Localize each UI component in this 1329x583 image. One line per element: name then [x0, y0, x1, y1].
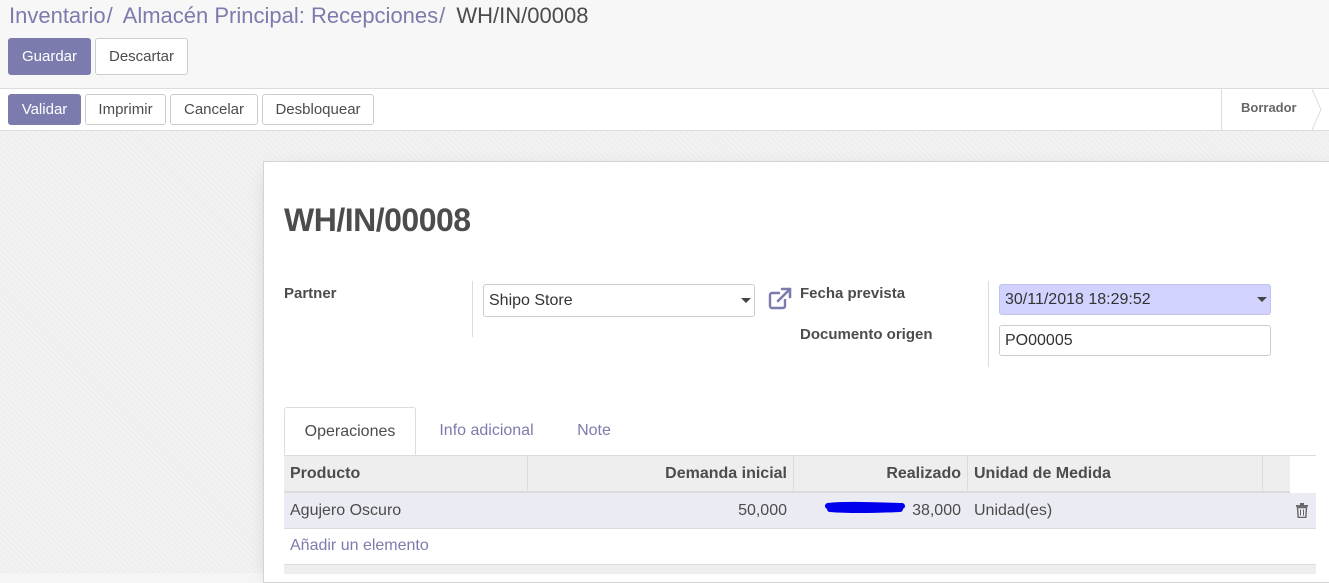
- tab-operaciones[interactable]: Operaciones: [284, 407, 416, 455]
- field-separator: [988, 281, 989, 367]
- cell-initial-demand: 50,000: [738, 502, 787, 519]
- cell-product: Agujero Oscuro: [290, 502, 402, 519]
- validate-button[interactable]: Validar: [8, 94, 81, 125]
- breadcrumb-inventario[interactable]: Inventario: [9, 3, 106, 28]
- status-bar: Validar Imprimir Cancelar Desbloquear Bo…: [0, 89, 1329, 131]
- scheduled-date-label: Fecha prevista: [800, 285, 906, 302]
- caret-down-icon: [741, 298, 751, 303]
- breadcrumb: Inventario/ Almacén Principal: Recepcion…: [9, 3, 588, 29]
- tab-info-adicional[interactable]: Info adicional: [426, 407, 547, 455]
- status-arrow-icon: [1312, 89, 1322, 130]
- column-header-initial-demand[interactable]: Demanda inicial: [528, 456, 793, 491]
- column-header-done[interactable]: Realizado: [794, 456, 967, 491]
- caret-down-icon: [1257, 297, 1267, 302]
- status-draft[interactable]: Borrador: [1221, 89, 1315, 130]
- add-line-link[interactable]: Añadir un elemento: [290, 537, 429, 555]
- source-document-label: Documento origen: [800, 326, 933, 343]
- source-document-field[interactable]: PO00005: [999, 325, 1271, 356]
- tab-note[interactable]: Note: [562, 407, 626, 455]
- annotation-scribble: [825, 501, 905, 514]
- breadcrumb-receipts[interactable]: Almacén Principal: Recepciones: [123, 3, 439, 28]
- cancel-button[interactable]: Cancelar: [170, 94, 258, 125]
- source-document-value: PO00005: [1005, 332, 1073, 349]
- control-panel: Inventario/ Almacén Principal: Recepcion…: [0, 0, 1329, 89]
- breadcrumb-separator: /: [439, 3, 446, 28]
- column-header-product[interactable]: Producto: [284, 456, 527, 491]
- save-button[interactable]: Guardar: [8, 38, 91, 75]
- table-header: Producto Demanda inicial Realizado Unida…: [284, 456, 1290, 493]
- column-divider: [1262, 456, 1263, 491]
- cell-uom: Unidad(es): [974, 502, 1053, 519]
- table-row[interactable]: Agujero Oscuro 50,000 38,000 Unidad(es): [284, 493, 1316, 529]
- column-header-uom[interactable]: Unidad de Medida: [968, 456, 1262, 491]
- field-separator: [472, 281, 473, 337]
- partner-label: Partner: [284, 285, 337, 302]
- breadcrumb-current: WH/IN/00008: [456, 3, 589, 28]
- discard-button[interactable]: Descartar: [95, 38, 188, 75]
- breadcrumb-separator: /: [106, 3, 113, 28]
- scheduled-date-value: 30/11/2018 18:29:52: [1005, 291, 1151, 308]
- scheduled-date-field[interactable]: 30/11/2018 18:29:52: [999, 284, 1271, 315]
- record-title: WH/IN/00008: [284, 202, 471, 238]
- partner-value: Shipo Store: [489, 292, 573, 309]
- unlock-button[interactable]: Desbloquear: [262, 94, 374, 125]
- print-button[interactable]: Imprimir: [85, 94, 166, 125]
- external-link-icon[interactable]: [768, 287, 794, 311]
- partner-field[interactable]: Shipo Store: [483, 284, 755, 317]
- trash-icon[interactable]: [1295, 503, 1309, 518]
